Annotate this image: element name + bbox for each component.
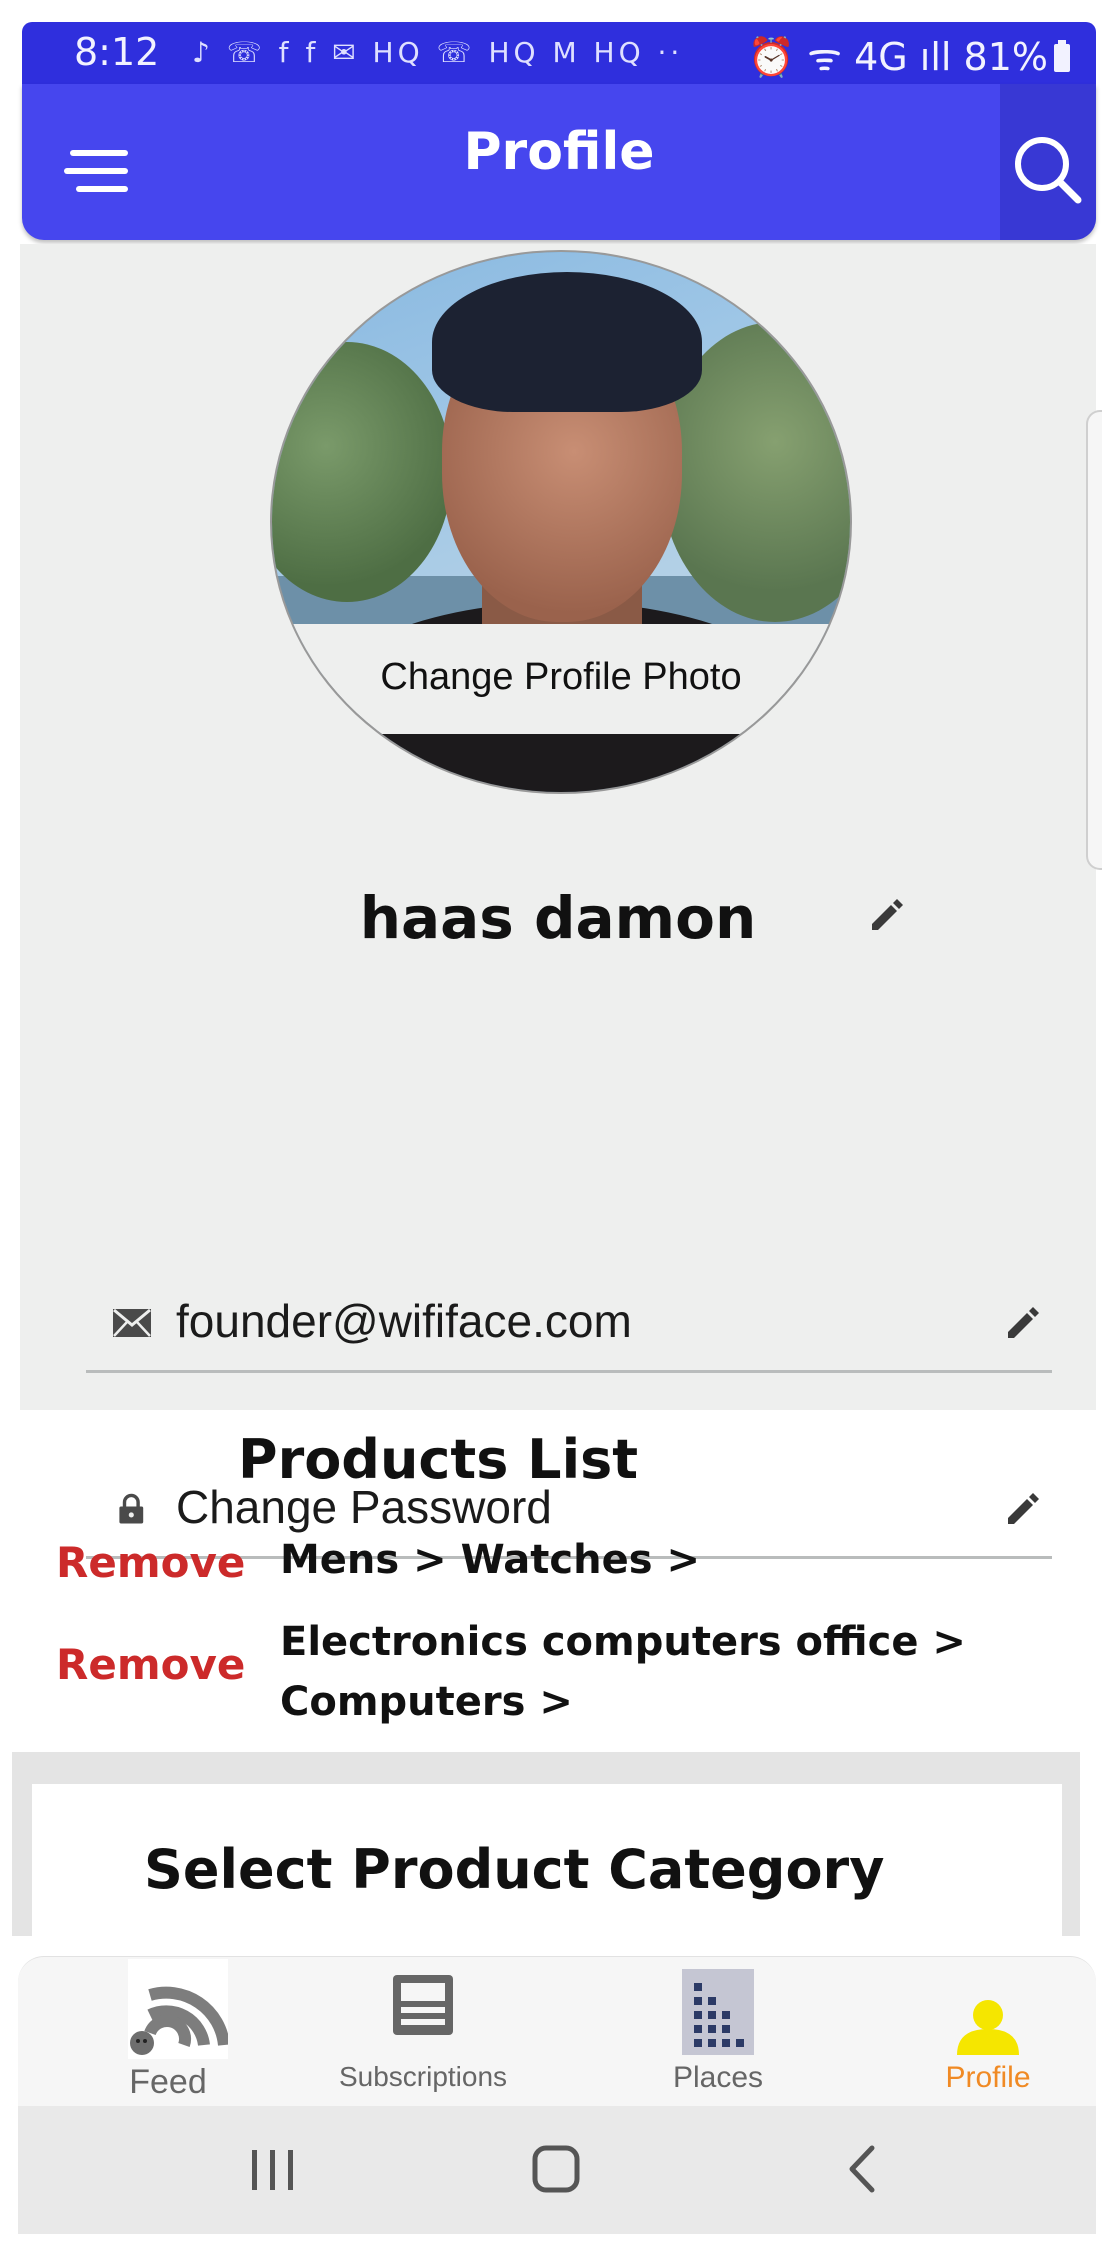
remove-button[interactable]: Remove [56,1640,245,1689]
person-icon [957,2000,1019,2055]
battery-icon [1054,40,1070,72]
nav-label-profile: Profile [945,2061,1031,2094]
product-category-path: Electronics computers office > Computers… [280,1619,966,1725]
edit-name-pencil-icon[interactable] [866,894,906,934]
user-name: haas damon [359,884,757,952]
select-category-label: Select Product Category [144,1838,885,1901]
product-category-path: Mens > Watches > [280,1537,700,1583]
email-field: founder@wififace.com [86,1260,1052,1373]
bottom-navigation: Feed Subscriptions Places Profile [18,1956,1096,2107]
status-bar: 8:12 ♪ ☏ f f ✉ HQ ☏ HQ M HQ ·· ⏰ ᯤ 4G ıl… [22,22,1096,84]
avatar[interactable]: Change Profile Photo [270,250,852,794]
status-indicators: ⏰ ᯤ 4G ıll 81% [748,30,1070,82]
nav-tab-places[interactable]: Places [628,1957,808,2107]
nav-label-feed: Feed [129,2063,207,2101]
products-list-title: Products List [238,1428,639,1491]
system-navigation-bar [18,2106,1096,2234]
nav-label-places: Places [672,2061,764,2094]
status-time: 8:12 [74,30,160,74]
edit-email-pencil-icon[interactable] [1002,1302,1042,1342]
nav-tab-subscriptions[interactable]: Subscriptions [308,1957,538,2107]
back-icon[interactable] [818,2134,908,2204]
notification-icons: ♪ ☏ f f ✉ HQ ☏ HQ M HQ ·· [192,36,684,69]
nav-tab-profile[interactable]: Profile [898,1957,1078,2107]
home-icon[interactable] [512,2134,602,2204]
nav-tab-feed[interactable]: Feed [88,1957,248,2107]
status-right-text: ⏰ ᯤ 4G ıll 81% [747,35,1048,79]
nav-label-subscriptions: Subscriptions [338,2061,508,2092]
remove-button[interactable]: Remove [56,1538,245,1587]
wifi-feed-icon [128,1959,228,2059]
select-category-panel: Select Product Category [12,1752,1080,1936]
change-profile-photo-button[interactable]: Change Profile Photo [272,656,850,699]
edit-password-pencil-icon[interactable] [1002,1488,1042,1528]
envelope-icon [113,1308,151,1337]
profile-section: Change Profile Photo haas damon founder@… [20,244,1096,1559]
page-title: Profile [463,122,655,182]
newspaper-icon [393,1975,453,2035]
search-icon [1015,137,1082,204]
app-bar: Profile [22,84,1096,240]
email-value: founder@wififace.com [176,1295,632,1347]
lock-icon [119,1493,144,1524]
select-category-card[interactable]: Select Product Category [32,1784,1062,1936]
recent-apps-icon[interactable] [228,2134,318,2204]
search-button[interactable] [1000,84,1096,240]
scroll-handle[interactable] [1086,410,1102,870]
building-icon [682,1969,754,2055]
